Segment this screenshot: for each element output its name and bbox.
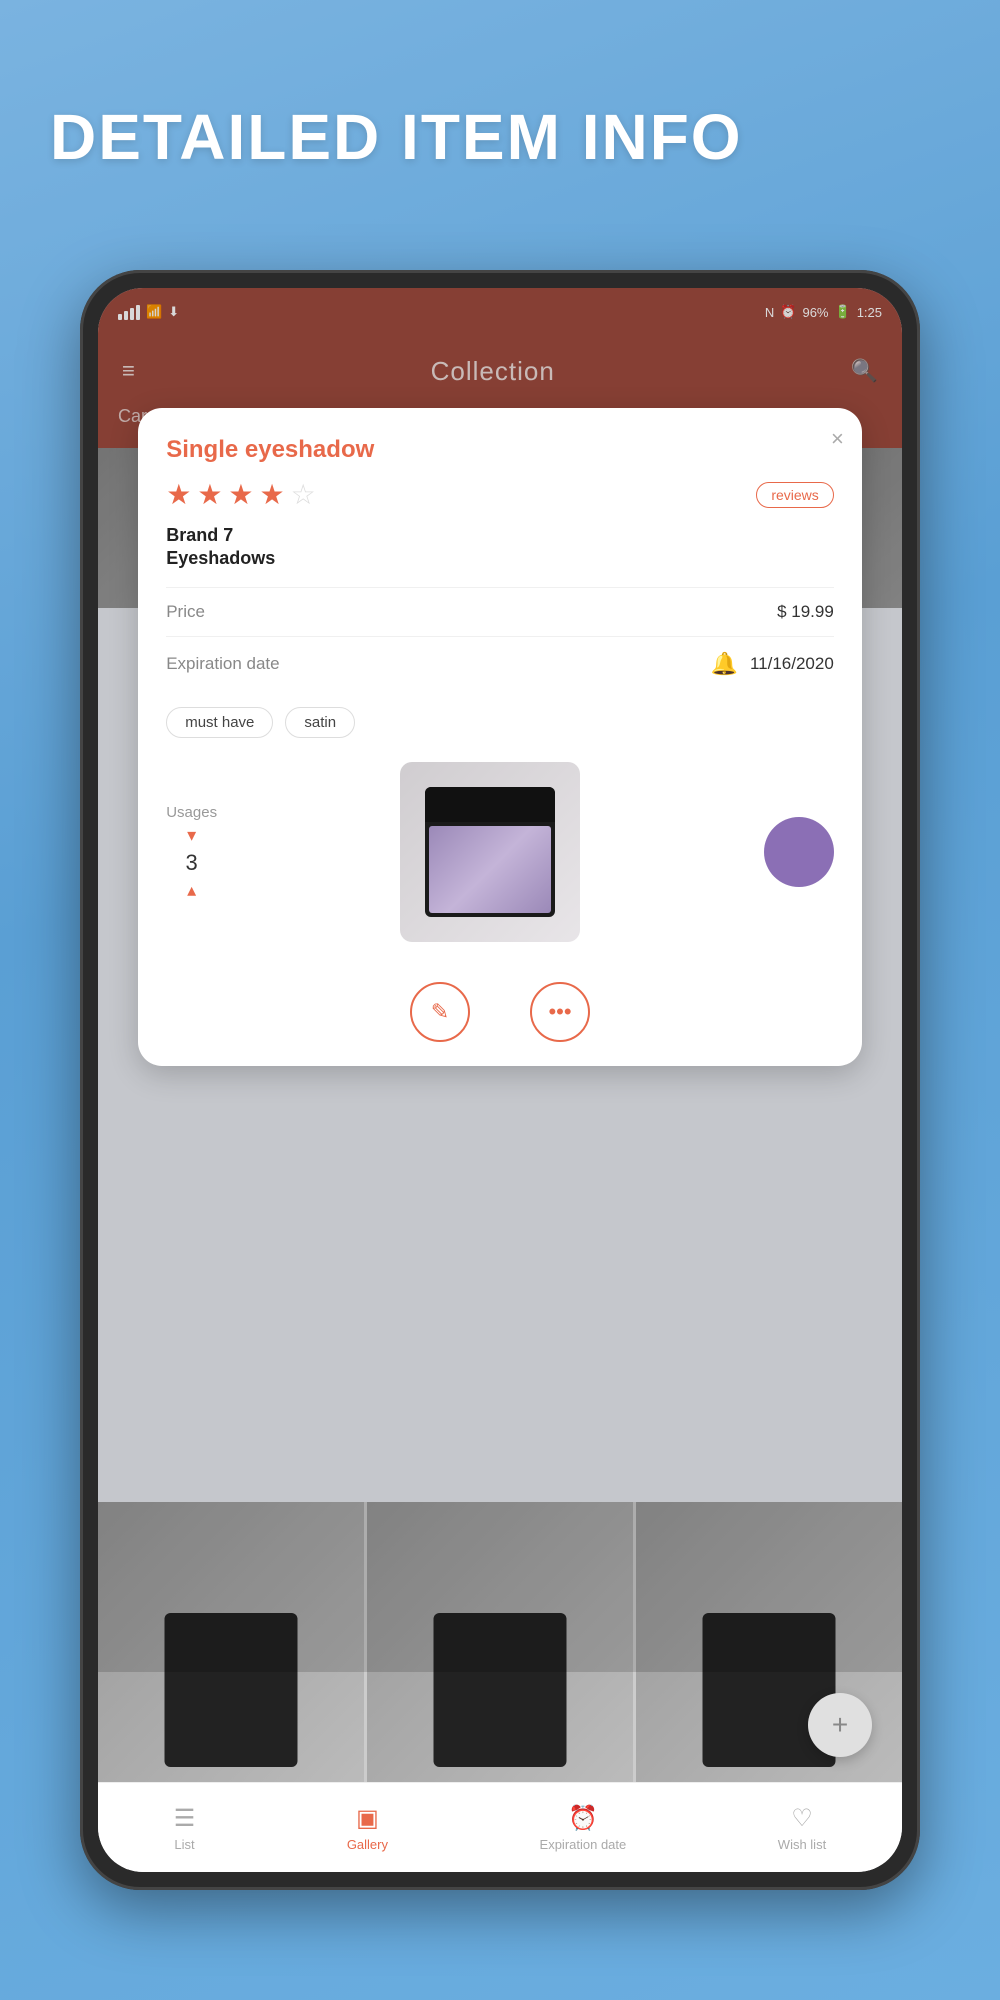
nav-expiration[interactable]: ⏰ Expiration date xyxy=(540,1804,627,1852)
item-pan xyxy=(429,826,551,913)
category-name: Eyeshadows xyxy=(166,548,834,569)
modal-title: Single eyeshadow xyxy=(166,436,834,464)
nav-list-label: List xyxy=(174,1837,194,1852)
star-5: ☆ xyxy=(291,478,316,511)
expiry-right: 🔔 11/16/2020 xyxy=(711,651,834,677)
phone-frame: 📶 ⬇ N ⏰ 96% 🔋 1:25 ≡ Collection 🔍 Care M… xyxy=(80,270,920,1890)
price-row: Price $ 19.99 xyxy=(166,587,834,636)
stars-row: ★ ★ ★ ★ ☆ reviews xyxy=(166,478,834,511)
modal-overlay: × Single eyeshadow ★ ★ ★ ★ ☆ reviews Bra… xyxy=(98,288,902,1672)
star-3: ★ xyxy=(228,478,253,511)
modal-actions: ✎ ••• xyxy=(166,970,834,1042)
color-swatch[interactable] xyxy=(764,817,834,887)
nav-list[interactable]: ☰ List xyxy=(174,1804,196,1852)
edit-icon: ✎ xyxy=(431,999,449,1025)
star-1: ★ xyxy=(166,478,191,511)
item-image[interactable] xyxy=(400,762,580,942)
fab-icon: + xyxy=(832,1709,848,1741)
nav-expiration-label: Expiration date xyxy=(540,1837,627,1852)
nav-expiration-icon: ⏰ xyxy=(568,1804,598,1833)
nav-wishlist-label: Wish list xyxy=(778,1837,826,1852)
item-lid xyxy=(425,787,555,822)
edit-button[interactable]: ✎ xyxy=(410,982,470,1042)
expiry-label: Expiration date xyxy=(166,654,279,674)
expiry-row: Expiration date 🔔 11/16/2020 xyxy=(166,636,834,691)
usages-label: Usages xyxy=(166,804,217,821)
tags-row: must have satin xyxy=(166,691,834,746)
price-label: Price xyxy=(166,602,205,622)
usages-count: 3 xyxy=(186,850,198,876)
nav-list-icon: ☰ xyxy=(174,1804,196,1833)
bottom-nav: ☰ List ▣ Gallery ⏰ Expiration date ♡ Wis… xyxy=(98,1782,902,1872)
nav-wishlist-icon: ♡ xyxy=(791,1804,813,1833)
nav-gallery-label: Gallery xyxy=(347,1837,388,1852)
phone-screen: 📶 ⬇ N ⏰ 96% 🔋 1:25 ≡ Collection 🔍 Care M… xyxy=(98,288,902,1872)
more-icon: ••• xyxy=(548,999,571,1025)
usages-increment[interactable]: ▴ xyxy=(187,880,196,901)
reviews-badge[interactable]: reviews xyxy=(756,482,833,508)
tag-satin[interactable]: satin xyxy=(285,707,355,738)
price-value: $ 19.99 xyxy=(777,602,834,622)
nav-gallery-icon: ▣ xyxy=(356,1804,379,1833)
usages-decrement[interactable]: ▾ xyxy=(187,825,196,846)
brand-name: Brand 7 xyxy=(166,525,834,546)
star-4: ★ xyxy=(260,478,285,511)
nav-gallery[interactable]: ▣ Gallery xyxy=(347,1804,388,1852)
nav-wishlist[interactable]: ♡ Wish list xyxy=(778,1804,826,1852)
expiry-value: 11/16/2020 xyxy=(750,654,834,674)
tag-must-have[interactable]: must have xyxy=(166,707,273,738)
modal-close-button[interactable]: × xyxy=(831,426,844,452)
page-title: DETAILED ITEM INFO xyxy=(50,100,743,174)
more-button[interactable]: ••• xyxy=(530,982,590,1042)
usages-control: Usages ▾ 3 ▴ xyxy=(166,804,217,901)
star-2: ★ xyxy=(197,478,222,511)
bell-icon[interactable]: 🔔 xyxy=(711,651,738,677)
item-image-inner xyxy=(425,787,555,917)
item-detail-modal: × Single eyeshadow ★ ★ ★ ★ ☆ reviews Bra… xyxy=(138,408,862,1066)
fab-button[interactable]: + xyxy=(808,1693,872,1757)
usages-image-row: Usages ▾ 3 ▴ xyxy=(166,754,834,950)
